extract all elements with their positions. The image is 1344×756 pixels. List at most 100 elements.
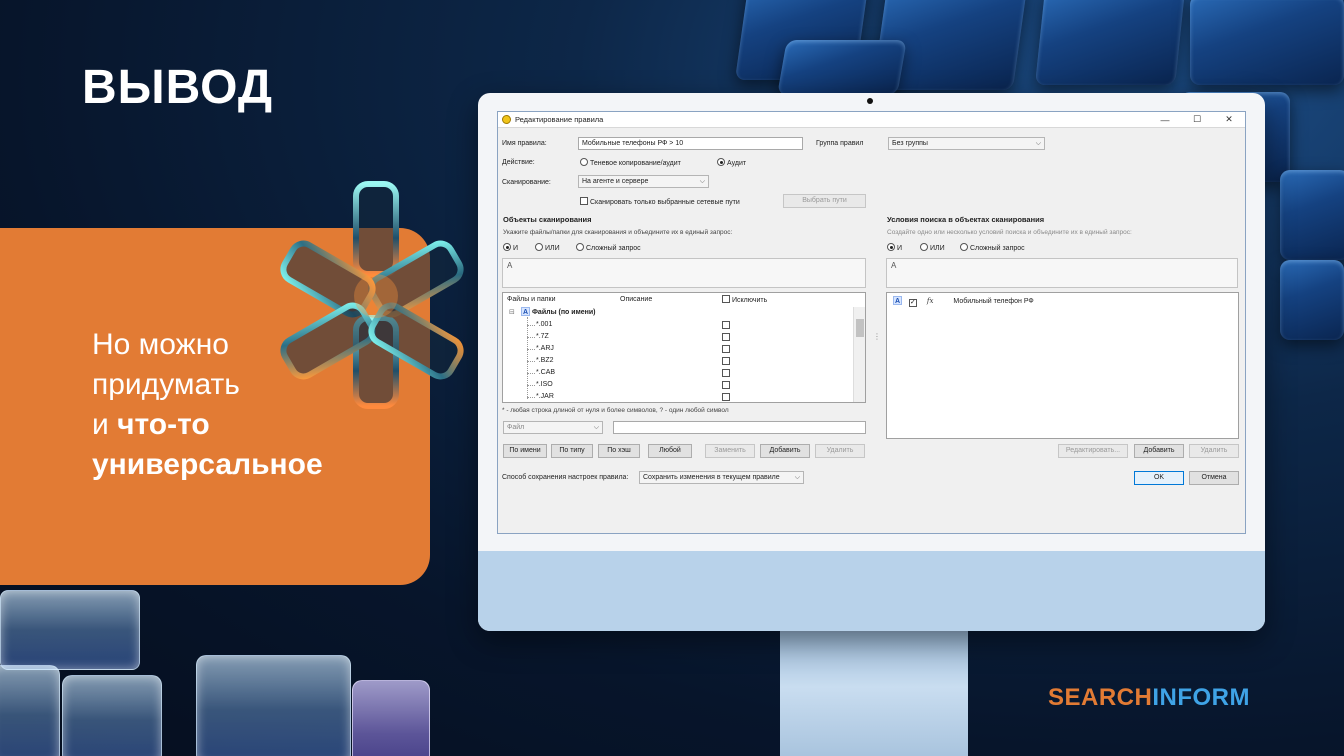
tree-branch bbox=[527, 397, 535, 398]
condition-checkbox[interactable]: ✓ bbox=[908, 299, 917, 307]
radio-icon bbox=[535, 243, 543, 251]
left-radio-or[interactable]: ИЛИ bbox=[535, 243, 560, 252]
chevron-down-icon: ⌵ bbox=[593, 424, 599, 431]
tree-branch bbox=[527, 373, 535, 374]
replace-button[interactable]: Заменить bbox=[705, 444, 755, 458]
exclude-checkbox[interactable] bbox=[722, 345, 730, 353]
radio-icon bbox=[920, 243, 928, 251]
bg-cube bbox=[777, 40, 907, 95]
action-label: Действие: bbox=[502, 159, 535, 166]
radio-icon bbox=[580, 158, 588, 166]
tree-branch bbox=[527, 325, 535, 326]
list-item[interactable]: *.ARJ bbox=[536, 345, 554, 352]
file-type-value: Файл bbox=[507, 424, 525, 431]
right-radio-and[interactable]: И bbox=[887, 243, 902, 252]
exclude-checkbox[interactable] bbox=[722, 333, 730, 341]
right-radio-complex-label: Сложный запрос bbox=[970, 245, 1025, 252]
condition-row[interactable]: A ✓ fx Мобильный телефон РФ bbox=[893, 296, 1034, 307]
right-query-box[interactable]: A bbox=[886, 258, 1238, 288]
list-item[interactable]: *.001 bbox=[536, 321, 552, 328]
left-delete-button[interactable]: Удалить bbox=[815, 444, 865, 458]
left-query-box[interactable]: A bbox=[502, 258, 866, 288]
scrollbar-thumb[interactable] bbox=[856, 319, 864, 337]
function-fx-icon: fx bbox=[926, 297, 934, 305]
tree-branch bbox=[527, 337, 535, 338]
tree-branch bbox=[527, 361, 535, 362]
radio-icon bbox=[960, 243, 968, 251]
rule-group-label: Группа правил bbox=[816, 140, 864, 147]
bg-glass-cube bbox=[0, 665, 60, 756]
save-method-label: Способ сохранения настроек правила: bbox=[502, 474, 629, 481]
scan-objects-list[interactable]: Файлы и папки Описание Исключить ⊟ A Фай… bbox=[502, 292, 866, 403]
list-item[interactable]: *.BZ2 bbox=[536, 357, 554, 364]
cancel-button[interactable]: Отмена bbox=[1189, 471, 1239, 485]
right-add-button[interactable]: Добавить bbox=[1134, 444, 1184, 458]
chevron-down-icon: ⌵ bbox=[1035, 140, 1041, 147]
group-label: Файлы (по имени) bbox=[531, 309, 596, 316]
exclude-checkbox[interactable] bbox=[722, 393, 730, 401]
action-audit-radio[interactable]: Аудит bbox=[717, 158, 746, 167]
left-radio-and[interactable]: И bbox=[503, 243, 518, 252]
exclude-checkbox[interactable] bbox=[722, 369, 730, 377]
col-files-header: Файлы и папки bbox=[507, 296, 556, 303]
bg-cube bbox=[1280, 170, 1344, 260]
list-item[interactable]: *.JAR bbox=[536, 393, 554, 400]
rule-name-input[interactable]: Мобильные телефоны РФ > 10 bbox=[578, 137, 803, 150]
scan-mode-value: На агенте и сервере bbox=[582, 178, 649, 185]
right-radio-and-label: И bbox=[897, 245, 903, 252]
by-name-button[interactable]: По имени bbox=[503, 444, 547, 458]
minimize-icon[interactable]: — bbox=[1149, 112, 1181, 128]
file-type-select[interactable]: Файл ⌵ bbox=[503, 421, 603, 434]
chevron-down-icon: ⌵ bbox=[794, 474, 800, 481]
searchinform-logo: SEARCHINFORM bbox=[1048, 684, 1250, 712]
radio-selected-icon bbox=[887, 243, 895, 251]
glass-asterisk-icon bbox=[268, 178, 478, 413]
left-radio-complex[interactable]: Сложный запрос bbox=[576, 243, 641, 252]
edit-rule-dialog: Редактирование правила — ☐ ✕ Имя правила… bbox=[497, 111, 1246, 534]
col-exclude-header[interactable]: Исключить bbox=[722, 295, 767, 304]
list-item[interactable]: *.7Z bbox=[536, 333, 549, 340]
by-hash-button[interactable]: По хэш bbox=[598, 444, 640, 458]
list-item[interactable]: *.CAB bbox=[536, 369, 555, 376]
bg-cube bbox=[1190, 0, 1344, 85]
exclude-checkbox[interactable] bbox=[722, 321, 730, 329]
exclude-checkbox[interactable] bbox=[722, 357, 730, 365]
scan-paths-only-label: Сканировать только выбранные сетевые пут… bbox=[590, 199, 740, 206]
exclude-checkbox[interactable] bbox=[722, 381, 730, 389]
search-conditions-title: Условия поиска в объектах сканирования bbox=[887, 215, 1045, 224]
bg-glass-cube bbox=[62, 675, 162, 756]
right-radio-or[interactable]: ИЛИ bbox=[920, 243, 945, 252]
maximize-icon[interactable]: ☐ bbox=[1181, 112, 1213, 128]
file-mask-input[interactable] bbox=[613, 421, 866, 434]
splitter-handle-icon[interactable]: ⋮ bbox=[873, 332, 881, 341]
monitor-chin bbox=[478, 551, 1265, 631]
by-type-button[interactable]: По типу bbox=[551, 444, 593, 458]
close-icon[interactable]: ✕ bbox=[1213, 112, 1245, 128]
scan-label: Сканирование: bbox=[502, 179, 551, 186]
action-shadow-copy-radio[interactable]: Теневое копирование/аудит bbox=[580, 158, 681, 167]
scan-paths-only-checkbox[interactable]: Сканировать только выбранные сетевые пут… bbox=[580, 197, 740, 206]
choose-paths-button[interactable]: Выбрать пути bbox=[783, 194, 866, 208]
edit-condition-button[interactable]: Редактировать... bbox=[1058, 444, 1128, 458]
scrollbar[interactable] bbox=[853, 307, 865, 402]
rule-group-select[interactable]: Без группы ⌵ bbox=[888, 137, 1045, 150]
right-radio-or-label: ИЛИ bbox=[930, 245, 945, 252]
bg-glass-cube bbox=[0, 590, 140, 670]
action-shadow-copy-label: Теневое копирование/аудит bbox=[590, 160, 681, 167]
scan-mode-select[interactable]: На агенте и сервере ⌵ bbox=[578, 175, 709, 188]
save-method-value: Сохранить изменения в текущем правиле bbox=[643, 474, 780, 481]
right-radio-complex[interactable]: Сложный запрос bbox=[960, 243, 1025, 252]
left-add-button[interactable]: Добавить bbox=[760, 444, 810, 458]
ok-button[interactable]: OK bbox=[1134, 471, 1184, 485]
radio-icon bbox=[576, 243, 584, 251]
left-radio-or-label: ИЛИ bbox=[545, 245, 560, 252]
collapse-icon[interactable]: ⊟ bbox=[509, 308, 515, 316]
search-conditions-list[interactable]: A ✓ fx Мобильный телефон РФ bbox=[886, 292, 1239, 439]
any-button[interactable]: Любой bbox=[648, 444, 692, 458]
slide-text-line3-bold: что-то bbox=[117, 408, 210, 441]
right-delete-button[interactable]: Удалить bbox=[1189, 444, 1239, 458]
save-method-select[interactable]: Сохранить изменения в текущем правиле ⌵ bbox=[639, 471, 804, 484]
list-item[interactable]: *.ISO bbox=[536, 381, 553, 388]
group-row[interactable]: A Файлы (по имени) bbox=[521, 307, 596, 316]
logo-part1: SEARCH bbox=[1048, 684, 1153, 711]
